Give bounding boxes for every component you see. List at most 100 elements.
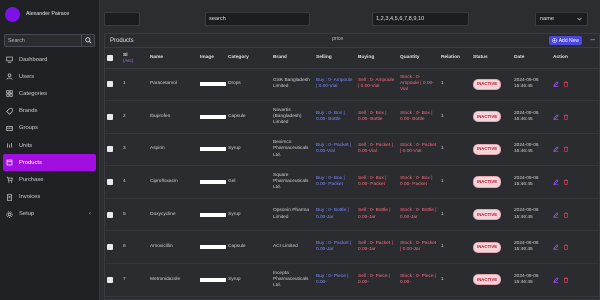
row-select[interactable] (105, 133, 121, 166)
sort-select[interactable]: name (535, 12, 588, 26)
sidebar-item-brands[interactable]: Brands (3, 103, 96, 120)
select-all-checkbox[interactable] (107, 54, 113, 61)
cell-selling: Buy : 0- Packet | 0.00-Vial (316, 143, 352, 155)
trash-icon[interactable] (563, 179, 569, 185)
sidebar-item-dashboard[interactable]: Dashboard (3, 51, 96, 68)
cell-date: 2024-09-06 15:46:45 (514, 110, 539, 122)
cell-relation: 1 (441, 244, 444, 250)
header-image: Image (198, 48, 226, 69)
row-select[interactable] (105, 231, 121, 264)
cell-status: INACTIVE (471, 166, 512, 199)
edit-icon[interactable] (553, 212, 559, 218)
cell-image (198, 198, 226, 231)
add-new-label: Add New (558, 37, 579, 44)
header-sl[interactable]: Sl (Asc) (121, 48, 148, 69)
sidebar-search-input[interactable] (5, 35, 81, 46)
sidebar-item-setup[interactable]: Setup ‹ (3, 206, 96, 223)
product-image (200, 245, 226, 250)
cell-status: INACTIVE (471, 68, 512, 101)
sidebar-search (4, 34, 95, 47)
status-badge[interactable]: INACTIVE (473, 274, 502, 286)
edit-icon[interactable] (553, 81, 559, 88)
trash-icon[interactable] (563, 211, 569, 218)
edit-icon[interactable] (553, 179, 559, 185)
ids-input[interactable]: 1,2,3,4,5,6,7,8,9,10 (372, 12, 469, 26)
edit-icon[interactable] (553, 146, 559, 153)
sidebar-item-invoices[interactable]: Invoices (3, 189, 96, 206)
sidebar-item-units[interactable]: Units (3, 137, 96, 154)
cell-action (551, 231, 599, 264)
sidebar-item-products[interactable]: Products (3, 154, 96, 172)
sidebar-item-label: Setup (19, 211, 35, 218)
row-checkbox[interactable] (107, 81, 113, 88)
users-icon (6, 73, 13, 80)
cell-brand: GSK Bangladesh Limited (273, 78, 310, 90)
status-badge[interactable]: INACTIVE (473, 111, 502, 123)
user-profile[interactable]: Alexander Pairace (0, 0, 99, 28)
sidebar-item-groups[interactable]: Groups (3, 120, 96, 137)
search-button[interactable] (81, 35, 94, 46)
add-new-button[interactable]: Add New (548, 36, 582, 45)
status-badge[interactable]: INACTIVE (473, 176, 502, 188)
row-checkbox[interactable] (107, 211, 113, 218)
header-buying: Buying (356, 48, 398, 69)
row-checkbox[interactable] (107, 276, 113, 283)
status-badge[interactable]: INACTIVE (473, 241, 502, 253)
cell-action (551, 264, 599, 297)
header-brand: Brand (271, 48, 314, 69)
trash-icon[interactable] (563, 146, 569, 153)
row-checkbox[interactable] (107, 244, 113, 251)
status-badge[interactable]: INACTIVE (473, 143, 502, 156)
cell-action (551, 133, 599, 166)
cell-brand: ACI Limited (273, 244, 298, 250)
edit-icon[interactable] (553, 114, 559, 120)
status-badge[interactable]: INACTIVE (473, 209, 502, 221)
row-select[interactable] (105, 166, 121, 199)
panel-header: Products price Add New – (105, 34, 599, 48)
collapse-button[interactable]: – (591, 35, 595, 44)
cell-date: 2024-09-06 15:46:45 (514, 241, 539, 253)
table-row: 5 Doxycycline Syrup Opsonin Pharma Limited B… (105, 198, 599, 231)
cell-name: Amoxicillin (150, 244, 173, 250)
products-panel: Products price Add New – Sl (Asc) Name I… (104, 33, 600, 300)
sidebar-item-users[interactable]: Users (3, 68, 96, 85)
cell-date: 2024-09-06 15:46:45 (514, 78, 539, 90)
brands-icon (6, 108, 13, 115)
search-input[interactable]: search (205, 12, 310, 26)
avatar[interactable] (5, 6, 20, 22)
edit-icon[interactable] (553, 277, 559, 283)
cell-name: Ibuprofen (150, 113, 171, 119)
trash-icon[interactable] (563, 81, 569, 88)
edit-icon[interactable] (553, 244, 559, 251)
trash-icon[interactable] (563, 244, 569, 250)
sidebar-item-purchase[interactable]: Purchase (3, 171, 96, 188)
row-checkbox[interactable] (107, 113, 113, 120)
monitor-icon (6, 56, 13, 63)
cell-quantity: Stock : 0- Ampoule | 0.00-Vial (400, 74, 434, 93)
sidebar-item-label: Categories (19, 90, 48, 97)
filter-bar: search 1,2,3,4,5,6,7,8,9,10 name (100, 0, 600, 27)
header-select-all[interactable] (105, 48, 121, 69)
trash-icon[interactable] (563, 277, 569, 283)
row-select[interactable] (105, 101, 121, 134)
cell-selling: Buy : 0- Box | 0.00- Packet (316, 175, 345, 188)
row-select[interactable] (105, 264, 121, 297)
row-checkbox[interactable] (107, 146, 113, 153)
cell-sl: 6 (123, 244, 126, 250)
filter-input-first[interactable] (104, 12, 140, 26)
cell-status: INACTIVE (471, 101, 512, 134)
cell-date: 2024-09-06 15:46:45 (514, 208, 539, 220)
plus-circle-icon (551, 38, 557, 43)
cell-image (198, 264, 226, 297)
sidebar-item-categories[interactable]: Categories (3, 85, 96, 102)
row-checkbox[interactable] (107, 179, 113, 186)
cell-brand: Opsonin Pharma Limited (273, 208, 309, 220)
row-select[interactable] (105, 68, 121, 101)
cell-selling: Buy : 0- Ampoule | 0.00-Vial (316, 78, 353, 90)
table-row: 4 Ciprofloxacin Gel Square Pharmaceuticals … (105, 166, 599, 199)
status-badge[interactable]: INACTIVE (473, 78, 502, 90)
row-select[interactable] (105, 198, 121, 231)
cell-category: Capsule (228, 113, 246, 119)
app-root: Alexander Pairace Dashboard Users Categori… (0, 0, 600, 300)
trash-icon[interactable] (563, 114, 569, 120)
